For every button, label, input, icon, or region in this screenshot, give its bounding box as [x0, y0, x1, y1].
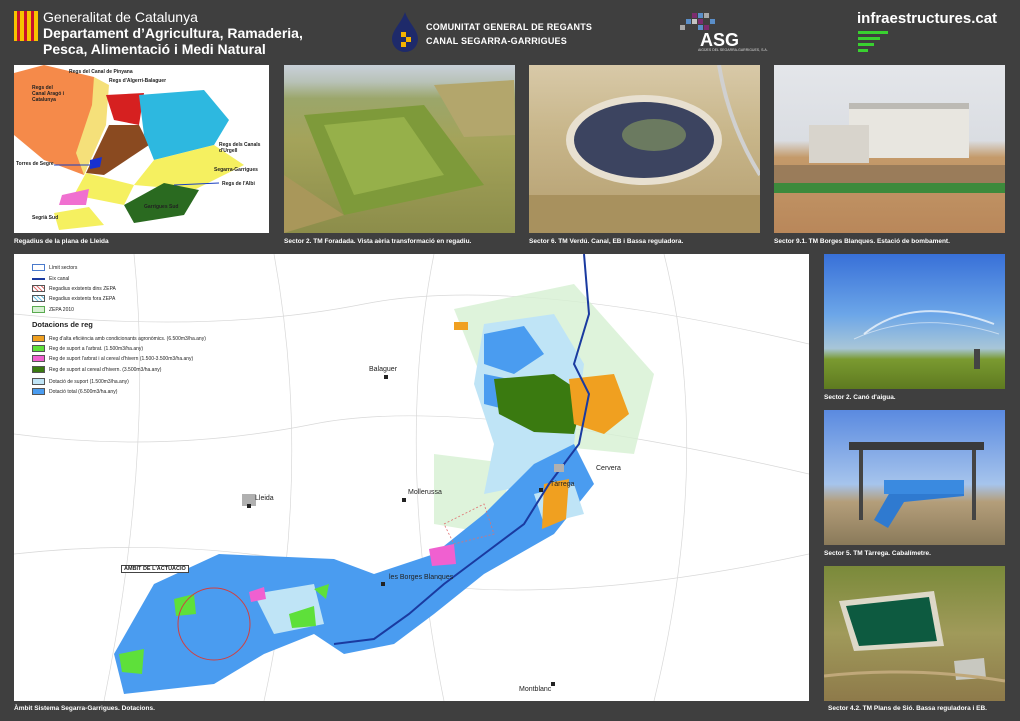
legend-canal: Eix canal — [32, 274, 69, 283]
photo-borges — [774, 65, 1005, 233]
generalitat-logo-icon — [14, 11, 38, 41]
legend-limit-swatch — [32, 264, 45, 271]
caption-photo-cano: Sector 2. Canó d'aigua. — [824, 394, 896, 401]
legend-d2-label: Reg de suport a l'arbrat. (1.500m3/ha.an… — [49, 345, 144, 352]
small-map-label-pinyana: Regs del Canal de Pinyana — [69, 69, 133, 75]
legend-limit: Límit sectors — [32, 263, 77, 272]
small-map-image: Regs del Canal de Pinyana Regs d'Algerri… — [14, 65, 269, 233]
big-map: Límit sectors Eix canal Regadius existen… — [14, 254, 809, 701]
legend-d4: Reg de suport al cereal d'hivern. (3.500… — [32, 365, 161, 374]
place-tarrega: Tàrrega — [550, 481, 575, 488]
small-map-label-urgell: Regs dels Canals d'Urgell — [219, 142, 261, 154]
legend-d3: Reg de suport l'arbrat i al cereal d'hiv… — [32, 354, 193, 363]
legend-d5-swatch — [32, 378, 45, 385]
legend-zepa2010-swatch — [32, 306, 45, 313]
asg-subtitle: AIGÜES DEL SEGARRA-GARRIGUES, S.A. — [698, 48, 768, 52]
small-map-label-segarra: Segarra-Garrigues — [214, 167, 258, 173]
legend-dotacions-title: Dotacions de reg — [32, 320, 93, 329]
legend-d6-swatch — [32, 388, 45, 395]
caption-small-map: Regadius de la plana de Lleida — [14, 238, 109, 245]
mollerussa-marker — [402, 498, 406, 502]
photo-cabalimetre — [824, 410, 1005, 545]
legend-d1-swatch — [32, 335, 45, 342]
montblanc-marker — [551, 682, 555, 686]
legend-canal-swatch — [32, 277, 45, 280]
caption-photo-cabalimetre: Sector 5. TM Tàrrega. Cabalímetre. — [824, 550, 931, 557]
balaguer-marker — [384, 375, 388, 379]
small-map-label-algerri: Regs d'Algerri-Balaguer — [109, 78, 167, 84]
legend-d2: Reg de suport a l'arbrat. (1.500m3/ha.an… — [32, 344, 143, 353]
place-mollerussa: Mollerussa — [408, 489, 442, 496]
comunitat-line2: CANAL SEGARRA-GARRIGUES — [426, 36, 567, 46]
caption-photo-foradada: Sector 2. TM Foradada. Vista aèria trans… — [284, 238, 472, 245]
small-map-label-garrigues-sud: Garrigues Sud — [144, 204, 179, 210]
tarrega-marker — [539, 488, 543, 492]
small-map-label-segria-sud: Segrià Sud — [32, 215, 59, 221]
caption-photo-verdu: Sector 6. TM Verdú. Canal, EB i Bassa re… — [529, 238, 684, 245]
generalitat-title: Generalitat de Catalunya — [43, 9, 198, 25]
place-montblanc: Montblanc — [519, 686, 552, 693]
place-cervera: Cervera — [596, 465, 621, 472]
drop-logo-icon — [390, 12, 420, 52]
comunitat-line1: COMUNITAT GENERAL DE REGANTS — [426, 22, 593, 32]
borges-marker — [381, 582, 385, 586]
legend-d2-swatch — [32, 345, 45, 352]
header: Generalitat de Catalunya Departament d’A… — [0, 0, 1020, 62]
photo-plans-sio — [824, 566, 1005, 701]
legend-zepa-out: Regadius existents fora ZEPA — [32, 294, 115, 303]
department-line2: Pesca, Alimentació i Medi Natural — [43, 41, 266, 57]
department-line1: Departament d’Agricultura, Ramaderia, — [43, 25, 303, 41]
legend-zepa-out-swatch — [32, 295, 45, 302]
legend-canal-label: Eix canal — [49, 275, 70, 282]
photo-cano — [824, 254, 1005, 389]
lleida-marker — [247, 504, 251, 508]
small-map-label-aragon: Regs del Canal Aragó i Catalunya — [32, 85, 65, 103]
place-balaguer: Balaguer — [369, 366, 398, 373]
small-map-label-albi: Regs de l'Albi — [222, 181, 255, 187]
legend-zepa-in-swatch — [32, 285, 45, 292]
legend-d4-label: Reg de suport al cereal d'hivern. (3.500… — [49, 366, 162, 373]
caption-big-map: Àmbit Sistema Segarra-Garrigues. Dotacio… — [14, 705, 155, 712]
small-map-label-torres: Torres de Segre — [16, 161, 54, 167]
caption-photo-borges: Sector 9.1. TM Borges Blanques. Estació … — [774, 238, 950, 245]
caption-photo-plans-sio: Sector 4.2. TM Plans de Sió. Bassa regul… — [828, 705, 987, 712]
legend-d5-label: Dotació de suport (1.500m3/ha.any) — [49, 378, 129, 385]
legend-d6: Dotació total (6.500m3/ha.any) — [32, 387, 117, 396]
photo-verdu — [529, 65, 760, 233]
legend-zepa2010-label: ZEPA 2010 — [49, 306, 74, 313]
place-lleida: Lleida — [255, 495, 274, 502]
infraestructures-logo: infraestructures.cat — [857, 10, 998, 27]
legend-d6-label: Dotació total (6.500m3/ha.any) — [49, 388, 118, 395]
ambit-label: ÀMBIT DE L'ACTUACIÓ — [121, 565, 189, 573]
legend-zepa-in-label: Regadius existents dins ZEPA — [49, 285, 116, 292]
photo-foradada — [284, 65, 515, 233]
legend-d3-swatch — [32, 355, 45, 362]
big-map-svg — [14, 254, 809, 701]
infraestructures-bars-icon — [858, 31, 888, 53]
place-borges: les Borges Blanques — [389, 574, 454, 581]
legend-d3-label: Reg de suport l'arbrat i al cereal d'hiv… — [49, 355, 194, 362]
legend-zepa-out-label: Regadius existents fora ZEPA — [49, 295, 116, 302]
legend-d1-label: Reg d'alta eficiència amb condicionants … — [49, 335, 206, 342]
legend-limit-label: Límit sectors — [49, 264, 78, 271]
legend-zepa-in: Regadius existents dins ZEPA — [32, 284, 116, 293]
legend-d5: Dotació de suport (1.500m3/ha.any) — [32, 377, 129, 386]
legend-zepa2010: ZEPA 2010 — [32, 305, 74, 314]
legend-d4-swatch — [32, 366, 45, 373]
legend-d1: Reg d'alta eficiència amb condicionants … — [32, 334, 206, 343]
